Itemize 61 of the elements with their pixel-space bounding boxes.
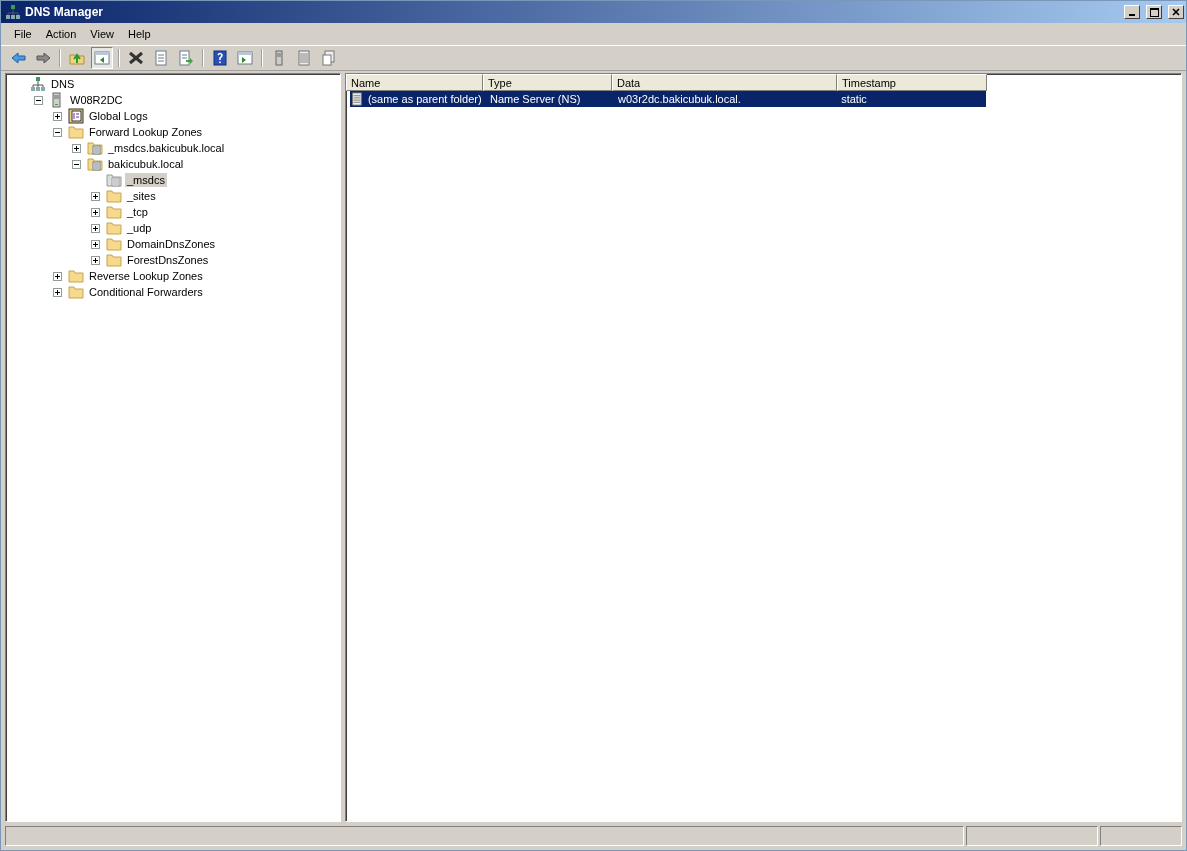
column-header[interactable]: Name [346, 74, 483, 91]
tree-pane-icon[interactable] [91, 47, 113, 69]
close-icon [1172, 8, 1180, 16]
expand-icon[interactable] [91, 207, 100, 217]
menu-item[interactable]: Action [38, 28, 84, 40]
delegated-zone-icon [106, 172, 122, 188]
tree-item[interactable]: Forward Lookup Zones [87, 125, 205, 139]
folder-icon [106, 220, 122, 236]
expand-icon[interactable] [91, 239, 100, 249]
tree-item[interactable]: bakicubuk.local [106, 157, 186, 171]
network-icon [30, 76, 46, 92]
collapse-icon[interactable] [72, 159, 81, 169]
table-cell-text: Name Server (NS) [488, 93, 582, 105]
tree-item[interactable]: W08R2DC [68, 93, 125, 107]
record-icon [350, 92, 364, 106]
folder-icon [68, 124, 84, 140]
folder-icon [106, 252, 122, 268]
collapse-icon[interactable] [34, 95, 43, 105]
folder-icon [106, 188, 122, 204]
column-header[interactable]: Data [612, 74, 837, 91]
expand-icon[interactable] [91, 191, 100, 201]
network-icon [5, 4, 21, 20]
collapse-icon[interactable] [53, 127, 62, 137]
tree-item[interactable]: _udp [125, 221, 154, 235]
tree-item[interactable]: DNS [49, 77, 77, 91]
folder-icon [106, 204, 122, 220]
list-row[interactable]: (same as parent folder) Name Server (NS) w03r2dc.bakicubuk.local. static [350, 91, 986, 107]
table-cell-text: static [840, 93, 868, 105]
maximize-button[interactable] [1146, 5, 1162, 19]
close-button[interactable] [1168, 5, 1184, 19]
folder-icon [68, 284, 84, 300]
tree-item[interactable]: _tcp [125, 205, 150, 219]
menu-item[interactable]: View [83, 28, 121, 40]
maximize-icon [1149, 7, 1159, 17]
expand-icon[interactable] [91, 223, 100, 233]
tree-item[interactable]: _msdcs [125, 173, 167, 187]
column-header[interactable]: Type [483, 74, 612, 91]
folder-icon [106, 236, 122, 252]
folder-icon [68, 268, 84, 284]
zone-file-icon [87, 156, 103, 172]
column-header[interactable]: Timestamp [837, 74, 987, 91]
tree-item[interactable]: Reverse Lookup Zones [87, 269, 205, 283]
expand-icon[interactable] [91, 255, 100, 265]
menu-item[interactable]: Help [120, 28, 158, 40]
tree-item[interactable]: Conditional Forwarders [87, 285, 205, 299]
tree-item[interactable]: DomainDnsZones [125, 237, 218, 251]
expand-icon[interactable] [72, 143, 81, 153]
log-book-icon [68, 108, 84, 124]
expand-icon[interactable] [53, 287, 62, 297]
tree-item[interactable]: Global Logs [87, 109, 150, 123]
table-cell-text: (same as parent folder) [366, 93, 483, 105]
tree-item[interactable]: _sites [125, 189, 158, 203]
expand-icon[interactable] [53, 111, 62, 121]
window-title: DNS Manager [25, 5, 105, 19]
expand-icon[interactable] [53, 271, 62, 281]
menu-item[interactable]: File [7, 28, 39, 40]
tree-item[interactable]: _msdcs.bakicubuk.local [106, 141, 227, 155]
table-cell-text: w03r2dc.bakicubuk.local. [616, 93, 742, 105]
tree-item[interactable]: ForestDnsZones [125, 253, 211, 267]
minimize-button[interactable] [1124, 5, 1140, 19]
zone-file-icon [87, 140, 103, 156]
